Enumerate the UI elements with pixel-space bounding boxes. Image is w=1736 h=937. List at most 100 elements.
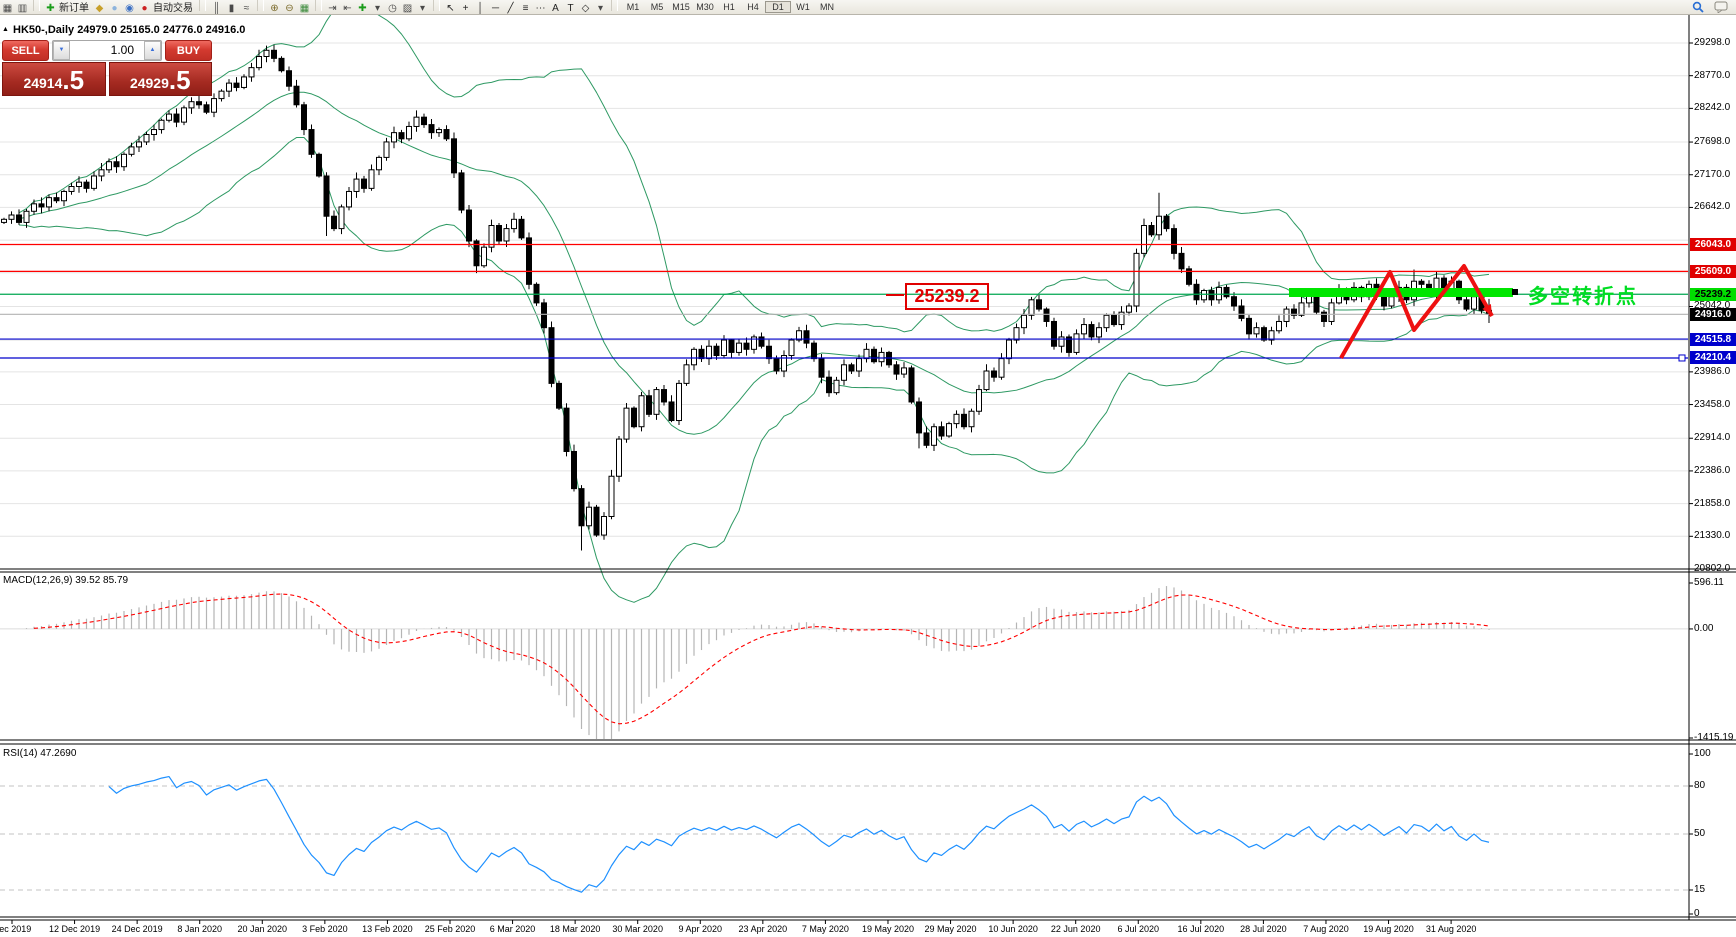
templates-dropdown-icon[interactable]: ▾ xyxy=(415,2,430,15)
rsi-axis-tick: 50 xyxy=(1694,828,1706,839)
candle-chart-icon[interactable]: ▮ xyxy=(224,2,239,15)
one-click-trade-panel: SELL ▼ 1.00 ▲ BUY 24914.5 24929.5 xyxy=(2,40,212,96)
buy-price-display[interactable]: 24929.5 xyxy=(108,62,212,96)
turning-point-annotation[interactable]: 多空转折点 xyxy=(1528,280,1638,309)
rsi-axis-tick: 0 xyxy=(1694,908,1700,919)
timeframe-button-m5[interactable]: M5 xyxy=(645,1,669,13)
indicator-dropdown-icon[interactable]: ▾ xyxy=(370,2,385,15)
date-axis-label: 13 Feb 2020 xyxy=(362,924,413,934)
date-axis-label: 9 Apr 2020 xyxy=(678,924,723,934)
line-chart-icon[interactable]: ≈ xyxy=(239,2,254,15)
date-axis-label: 24 Dec 2019 xyxy=(111,924,163,934)
price-level-badge: 26043.0 xyxy=(1690,238,1736,252)
channel-icon[interactable]: ⋯ xyxy=(533,2,548,15)
toolbar-separator xyxy=(199,0,206,11)
toolbar-separator xyxy=(433,0,440,11)
macd-label: MACD(12,26,9) 39.52 85.79 xyxy=(3,575,129,586)
chart-canvas[interactable] xyxy=(0,0,1736,937)
support-icon[interactable]: ◉ xyxy=(122,2,137,15)
period-clock-icon[interactable]: ◷ xyxy=(385,2,400,15)
indicators-icon[interactable]: ✚ xyxy=(355,2,370,15)
toolbar-right-group xyxy=(1691,1,1730,13)
price-axis-tick: 23458.0 xyxy=(1694,398,1731,410)
new-order-icon[interactable]: ✚ xyxy=(43,2,58,15)
buy-price-main: 24929 xyxy=(129,75,169,91)
timeframe-button-h1[interactable]: H1 xyxy=(717,1,741,13)
timeframe-button-d1[interactable]: D1 xyxy=(765,1,791,13)
cursor-icon[interactable]: ↖ xyxy=(443,2,458,15)
trendline-icon[interactable]: ╱ xyxy=(503,2,518,15)
feedback-icon[interactable] xyxy=(1714,1,1730,13)
gold-icon[interactable]: ◆ xyxy=(92,2,107,15)
zoom-out-icon[interactable]: ⊖ xyxy=(282,2,297,15)
toolbar-separator xyxy=(257,0,264,11)
tile-windows-icon[interactable]: ▦ xyxy=(297,2,312,15)
zoom-in-icon[interactable]: ⊕ xyxy=(267,2,282,15)
macd-axis-tick: 596.11 xyxy=(1694,577,1724,588)
timeframe-button-m15[interactable]: M15 xyxy=(669,1,693,13)
sell-button[interactable]: SELL xyxy=(2,40,49,61)
toolbar-separator xyxy=(315,0,322,11)
date-axis-label: 28 Jul 2020 xyxy=(1240,924,1287,934)
rsi-axis-tick: 80 xyxy=(1694,780,1706,791)
price-axis-tick: 23986.0 xyxy=(1694,365,1731,377)
chart-shift-icon[interactable]: ⇤ xyxy=(340,2,355,15)
horizontal-line-icon[interactable]: ─ xyxy=(488,2,503,15)
price-axis-tick: 22386.0 xyxy=(1694,464,1731,476)
price-level-badge: 25609.0 xyxy=(1690,264,1736,278)
timeframe-button-m1[interactable]: M1 xyxy=(621,1,645,13)
search-icon[interactable] xyxy=(1691,1,1706,13)
buy-button[interactable]: BUY xyxy=(165,40,212,61)
date-axis-label: 20 Jan 2020 xyxy=(237,924,288,934)
timeframe-button-mn[interactable]: MN xyxy=(815,1,839,13)
toolbar-separator xyxy=(33,0,40,11)
date-axis-label: 29 May 2020 xyxy=(924,924,977,934)
trading-platform-window: { "toolbar": { "items": [ {"type":"icon"… xyxy=(0,0,1736,937)
price-axis-tick: 22914.0 xyxy=(1694,432,1731,444)
templates-icon[interactable]: ▨ xyxy=(400,2,415,15)
volume-decrease-button[interactable]: ▼ xyxy=(53,41,70,60)
toolbar-separator xyxy=(611,0,618,11)
date-axis-label: 22 Jun 2020 xyxy=(1050,924,1101,934)
new-order-label[interactable]: 新订单 xyxy=(59,3,89,14)
main-toolbar: ▦ ▥ ✚ 新订单 ◆ ● ◉ ● 自动交易 ║ ▮ ≈ ⊕ ⊖ ▦ ⇥ ⇤ ✚ ▾ ◷ ▨ ▾ ↖ + │ ─ ╱ ≡ ⋯ A T ◇ ▾ M… xyxy=(0,0,1736,15)
date-axis-label: 3 Feb 2020 xyxy=(302,924,348,934)
sell-price-main: 24914 xyxy=(23,75,63,91)
date-axis-label: 6 Jul 2020 xyxy=(1117,924,1160,934)
sell-price-display[interactable]: 24914.5 xyxy=(2,62,106,96)
macd-axis-tick: -1415.19 xyxy=(1694,731,1734,743)
date-axis-label: 6 Mar 2020 xyxy=(489,924,536,934)
vertical-line-icon[interactable]: │ xyxy=(473,2,488,15)
bar-chart-icon[interactable]: ║ xyxy=(209,2,224,15)
timeframe-button-h4[interactable]: H4 xyxy=(741,1,765,13)
crosshair-icon[interactable]: + xyxy=(458,2,473,15)
auto-trading-icon[interactable]: ● xyxy=(137,2,152,15)
timeframe-button-w1[interactable]: W1 xyxy=(791,1,815,13)
price-axis-tick: 20802.0 xyxy=(1694,562,1731,574)
date-axis-label: 23 Apr 2020 xyxy=(738,924,788,934)
date-axis-label: 8 Jan 2020 xyxy=(177,924,222,934)
price-annotation-label[interactable]: 25239.2 xyxy=(905,283,989,310)
volume-value[interactable]: 1.00 xyxy=(70,41,144,60)
date-axis-label: 19 Aug 2020 xyxy=(1363,924,1414,934)
text-icon[interactable]: A xyxy=(548,2,563,15)
volume-increase-button[interactable]: ▲ xyxy=(144,41,161,60)
price-level-badge: 24916.0 xyxy=(1690,307,1736,321)
date-axis-label: 12 Dec 2019 xyxy=(49,924,101,934)
timeframe-toolbar: M1 M5 M15 M30 H1 H4 D1 W1 MN xyxy=(621,1,839,13)
timeframe-button-m30[interactable]: M30 xyxy=(693,1,717,13)
price-axis-tick: 28770.0 xyxy=(1694,69,1731,81)
shapes-icon[interactable]: ◇ xyxy=(578,2,593,15)
price-level-badge: 25239.2 xyxy=(1690,287,1736,301)
new-chart-icon[interactable]: ▦ xyxy=(0,2,15,15)
auto-trading-label[interactable]: 自动交易 xyxy=(153,3,193,14)
shapes-dropdown-icon[interactable]: ▾ xyxy=(593,2,608,15)
text-label-icon[interactable]: T xyxy=(563,2,578,15)
date-axis-label: Dec 2019 xyxy=(0,924,32,934)
fibo-icon[interactable]: ≡ xyxy=(518,2,533,15)
cloud-icon[interactable]: ● xyxy=(107,2,122,15)
profiles-icon[interactable]: ▥ xyxy=(15,2,30,15)
price-axis-tick: 21858.0 xyxy=(1694,497,1731,509)
auto-scroll-icon[interactable]: ⇥ xyxy=(325,2,340,15)
macd-axis-tick: 0.00 xyxy=(1694,622,1714,634)
